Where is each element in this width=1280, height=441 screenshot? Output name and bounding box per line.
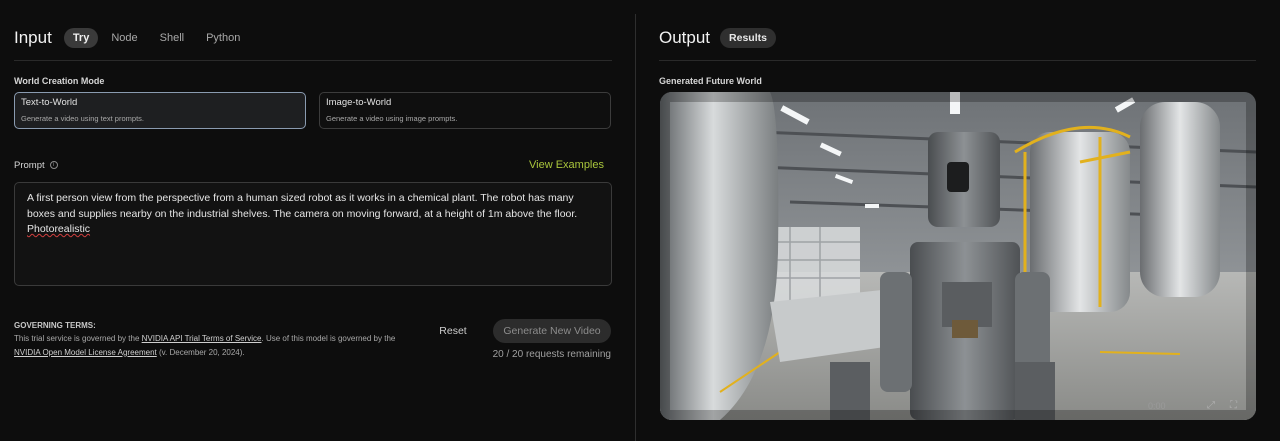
mode-label: World Creation Mode: [14, 76, 105, 86]
prompt-textarea[interactable]: A first person view from the perspective…: [14, 182, 612, 286]
output-label: Generated Future World: [659, 76, 762, 86]
video-time: 0:00: [1148, 401, 1166, 411]
terms-title: GOVERNING TERMS:: [14, 321, 96, 330]
mode-desc: Generate a video using text prompts.: [21, 114, 144, 123]
results-tab[interactable]: Results: [720, 28, 776, 48]
mode-title: Image-to-World: [326, 97, 392, 108]
input-panel: Input Try Node Shell Python World Creati…: [0, 0, 635, 441]
input-title: Input: [14, 28, 52, 47]
output-title: Output: [659, 28, 711, 47]
input-header: Input Try Node Shell Python: [14, 28, 253, 48]
output-header: Output Results: [659, 28, 776, 48]
tab-try[interactable]: Try: [63, 28, 99, 48]
terms-part1: This trial service is governed by the: [14, 334, 142, 343]
prompt-label-text: Prompt: [14, 160, 45, 171]
prompt-label: Prompt i: [14, 160, 58, 171]
generate-video-button[interactable]: Generate New Video: [493, 319, 611, 343]
trial-terms-link[interactable]: NVIDIA API Trial Terms of Service: [142, 334, 262, 343]
terms-part2: . Use of this model is governed by the: [261, 334, 396, 343]
terms-text: This trial service is governed by the NV…: [14, 332, 414, 359]
tab-shell[interactable]: Shell: [151, 28, 193, 48]
tab-node[interactable]: Node: [102, 28, 146, 48]
video-frame: [660, 92, 1256, 420]
prompt-text: A first person view from the perspective…: [27, 192, 578, 220]
tab-python[interactable]: Python: [197, 28, 249, 48]
mode-desc: Generate a video using image prompts.: [326, 114, 458, 123]
pip-icon[interactable]: ⤢: [1207, 400, 1215, 411]
mode-text-to-world[interactable]: Text-to-World Generate a video using tex…: [14, 92, 306, 129]
prompt-text-last: Photorealistic: [27, 223, 91, 235]
mode-image-to-world[interactable]: Image-to-World Generate a video using im…: [319, 92, 611, 129]
fullscreen-icon[interactable]: ⛶: [1230, 400, 1237, 411]
terms-part3: (v. December 20, 2024).: [156, 347, 245, 357]
license-link[interactable]: NVIDIA Open Model License Agreement: [14, 348, 157, 357]
requests-remaining: 20 / 20 requests remaining: [492, 349, 611, 360]
input-divider: [14, 60, 612, 61]
view-examples-link[interactable]: View Examples: [529, 159, 604, 171]
output-divider: [659, 60, 1256, 61]
mode-title: Text-to-World: [21, 97, 78, 108]
video-player[interactable]: 0:00 ⤢ ⛶: [660, 92, 1256, 420]
info-icon[interactable]: i: [49, 161, 58, 170]
reset-button[interactable]: Reset: [430, 320, 476, 342]
output-panel: Output Results Generated Future World 0:…: [636, 0, 1280, 441]
